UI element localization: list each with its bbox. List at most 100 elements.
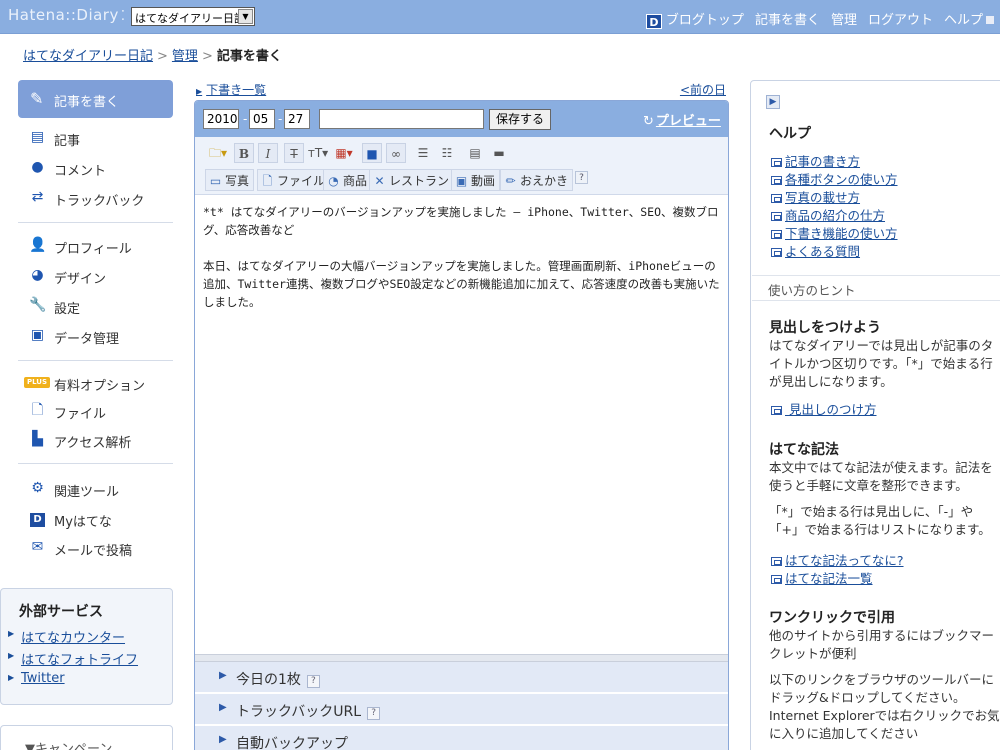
- hint-heading-title: 見出しをつけよう: [769, 320, 881, 336]
- sidebar-item-access-analysis[interactable]: ▙ アクセス解析: [18, 429, 173, 451]
- section-today-photo[interactable]: ▶ 今日の1枚?: [195, 662, 728, 693]
- quote-block-icon[interactable]: ▤: [465, 143, 485, 163]
- year-input[interactable]: 2010: [203, 109, 239, 129]
- section-auto-backup[interactable]: ▶ 自動バックアップ: [195, 726, 728, 750]
- nav-blog-top[interactable]: D ブログトップ: [645, 9, 744, 29]
- title-input[interactable]: [319, 109, 484, 129]
- save-disk-icon[interactable]: ■: [362, 143, 382, 163]
- insert-file-button[interactable]: 🗋 ファイル: [257, 169, 331, 191]
- link-twitter[interactable]: ▶ Twitter: [8, 671, 65, 686]
- insert-drawing-button[interactable]: ✏ おえかき: [500, 169, 574, 191]
- more-divider-icon[interactable]: ▬: [489, 143, 509, 163]
- breadcrumb-home[interactable]: はてなダイアリー日記: [23, 49, 153, 64]
- triangle-icon: ▶: [8, 629, 15, 638]
- help-link-products[interactable]: 商品の紹介の仕方: [771, 205, 885, 224]
- logo-mark: ⁚: [120, 9, 126, 24]
- blog-select[interactable]: はてなダイアリー日記 ▼: [131, 7, 255, 26]
- folder-icon[interactable]: 🗀▾: [207, 143, 229, 163]
- help-link-how-to-write[interactable]: 記事の書き方: [771, 151, 860, 170]
- link-hatena-fotolife[interactable]: ▶ はてなフォトライフ: [8, 649, 139, 668]
- help-link-label: 見出しのつけ方: [788, 402, 877, 417]
- breadcrumb-admin[interactable]: 管理: [172, 49, 198, 64]
- sidebar-item-settings[interactable]: 🔧 設定: [18, 295, 173, 317]
- color-icon[interactable]: ▦▾: [333, 143, 355, 163]
- d-badge: D: [30, 513, 45, 527]
- sidebar-item-files[interactable]: 🗋 ファイル: [18, 400, 173, 422]
- hints-header-label: 使い方のヒント: [768, 283, 856, 298]
- toolbar-help-icon[interactable]: ?: [575, 171, 588, 184]
- expand-triangle-icon: ▶: [219, 702, 227, 713]
- preview-label: プレビュー: [655, 114, 721, 129]
- nav-logout[interactable]: ログアウト: [868, 9, 933, 29]
- preview-link[interactable]: ↻ プレビュー: [643, 110, 721, 129]
- insert-video-button[interactable]: ▣ 動画: [451, 169, 501, 191]
- insert-restaurant-button[interactable]: ✕ レストラン: [369, 169, 455, 191]
- sidebar-item-data-management[interactable]: ▣ データ管理: [18, 325, 173, 347]
- link-chain-icon[interactable]: ∞: [386, 143, 406, 163]
- insert-photo-button[interactable]: ▭ 写真: [205, 169, 255, 191]
- film-icon: ▣: [455, 174, 468, 188]
- sidebar-item-related-tools[interactable]: ⚙ 関連ツール: [18, 478, 173, 500]
- sidebar-item-profile[interactable]: 👤 プロフィール: [18, 235, 173, 257]
- sidebar-item-label: ファイル: [54, 407, 107, 422]
- link-hatena-counter[interactable]: ▶ はてなカウンター: [8, 627, 125, 646]
- save-button[interactable]: 保存する: [489, 109, 551, 130]
- hatena-diary-logo[interactable]: Hatena::Diary ⁚: [8, 6, 125, 24]
- nav-admin[interactable]: 管理: [831, 9, 857, 29]
- sidebar-item-design[interactable]: ◕ デザイン: [18, 265, 173, 287]
- italic-icon[interactable]: I: [258, 143, 278, 163]
- window-link-icon: [771, 230, 782, 239]
- breadcrumb-sep: >: [157, 49, 168, 64]
- nav-write[interactable]: 記事を書く: [755, 9, 820, 29]
- draft-list-label: 下書き一覧: [206, 83, 267, 97]
- sidebar-item-label: デザイン: [54, 272, 107, 287]
- help-link-buttons[interactable]: 各種ボタンの使い方: [771, 169, 898, 188]
- sidebar-item-articles[interactable]: ▤ 記事: [18, 127, 173, 149]
- help-link-photos[interactable]: 写真の載せ方: [771, 187, 860, 206]
- section-trackback-url[interactable]: ▶ トラックバックURL?: [195, 694, 728, 725]
- link-label: Twitter: [21, 671, 65, 686]
- nav-help[interactable]: ヘルプ: [944, 9, 994, 29]
- help-icon[interactable]: ?: [367, 707, 381, 720]
- prev-day-link[interactable]: <前の日: [680, 81, 726, 98]
- sidebar-item-mail-post[interactable]: ✉ メールで投稿: [18, 537, 173, 559]
- body-textarea[interactable]: *t* はてなダイアリーのバージョンアップを実施しました – iPhone、Tw…: [203, 203, 723, 329]
- tool-label: ファイル: [277, 174, 326, 188]
- numbered-list-icon[interactable]: ☷: [437, 143, 457, 163]
- help-panel: ▶ ヘルプ 記事の書き方 各種ボタンの使い方 写真の載せ方 商品の紹介の仕方 下…: [750, 80, 1000, 750]
- file-icon: 🗋: [262, 174, 273, 188]
- sidebar-item-comments[interactable]: ● コメント: [18, 157, 173, 179]
- insert-product-button[interactable]: ◔ 商品: [323, 169, 373, 191]
- chart-icon: ▙: [32, 431, 43, 447]
- window-link-icon: [771, 406, 782, 415]
- collapse-panel-icon[interactable]: ▶: [766, 95, 780, 109]
- sidebar-item-trackback[interactable]: ⇄ トラックバック: [18, 187, 173, 209]
- strikethrough-icon[interactable]: T: [284, 143, 304, 163]
- help-icon[interactable]: ?: [306, 675, 320, 688]
- bold-icon[interactable]: B: [234, 143, 254, 163]
- help-link-faq[interactable]: よくある質問: [771, 241, 860, 260]
- window-link-icon: [771, 212, 782, 221]
- notation-link-list[interactable]: はてな記法一覧: [771, 568, 873, 587]
- link-label: はてなフォトライフ: [21, 653, 139, 668]
- day-input[interactable]: 27: [284, 109, 310, 129]
- write-article-button[interactable]: ✎ 記事を書く: [18, 80, 173, 118]
- sidebar-item-label: Myはてな: [54, 515, 112, 530]
- tool-label: おえかき: [520, 174, 569, 188]
- campaign-box[interactable]: ▼キャンペーン: [0, 725, 173, 750]
- month-input[interactable]: 05: [249, 109, 275, 129]
- hint-quote-title: ワンクリックで引用: [769, 610, 895, 626]
- font-size-icon[interactable]: тT▾: [306, 143, 330, 163]
- sidebar-item-my-hatena[interactable]: D Myはてな: [18, 508, 173, 530]
- help-link-drafts[interactable]: 下書き機能の使い方: [771, 223, 898, 242]
- notation-link-what[interactable]: はてな記法ってなに?: [771, 550, 904, 569]
- bullet-list-icon[interactable]: ☰: [413, 143, 433, 163]
- palette-icon: ◕: [31, 267, 44, 283]
- draft-list-link[interactable]: ▶ 下書き一覧: [196, 81, 266, 98]
- hint-heading-link[interactable]: 見出しのつけ方: [771, 399, 877, 418]
- sidebar-item-paid-options[interactable]: PLUS 有料オプション: [18, 372, 173, 394]
- editor-toolbar: 🗀▾ B I T тT▾ ▦▾ ■ ∞ ☰ ☷ ▤ ▬ ▭ 写真 🗋 ファイル ◔ 商…: [195, 137, 728, 195]
- help-link-label: 写真の載せ方: [785, 190, 861, 205]
- external-services-title: 外部サービス: [19, 604, 103, 620]
- editor-resize-handle[interactable]: [195, 654, 728, 662]
